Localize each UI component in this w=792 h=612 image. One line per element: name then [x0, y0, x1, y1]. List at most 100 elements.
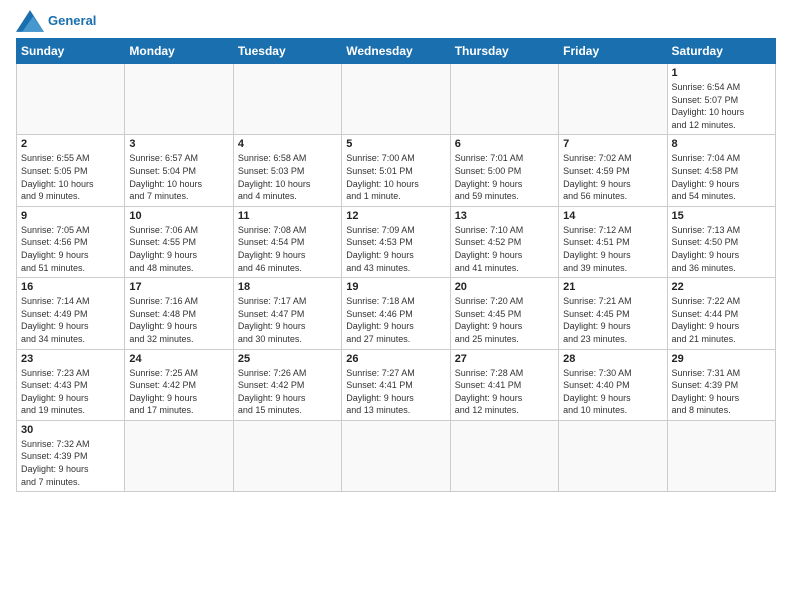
day-info: Sunrise: 7:23 AM Sunset: 4:43 PM Dayligh…	[21, 367, 120, 417]
day-cell: 16Sunrise: 7:14 AM Sunset: 4:49 PM Dayli…	[17, 278, 125, 349]
week-row-2: 2 Sunrise: 6:55 AM Sunset: 5:05 PM Daylig…	[17, 135, 776, 206]
day-number: 24	[129, 353, 228, 365]
day-info: Sunrise: 7:02 AM Sunset: 4:59 PM Dayligh…	[563, 152, 662, 202]
day-number: 19	[346, 281, 445, 293]
day-cell: 12 Sunrise: 7:09 AM Sunset: 4:53 PM Dayli…	[342, 206, 450, 277]
day-number: 18	[238, 281, 337, 293]
day-number: 4	[238, 138, 337, 150]
day-number: 17	[129, 281, 228, 293]
day-number: 5	[346, 138, 445, 150]
day-number: 1	[672, 67, 771, 79]
day-cell: 8Sunrise: 7:04 AM Sunset: 4:58 PM Daylig…	[667, 135, 775, 206]
day-cell	[342, 64, 450, 135]
day-number: 22	[672, 281, 771, 293]
day-info: Sunrise: 7:08 AM Sunset: 4:54 PM Dayligh…	[238, 224, 337, 274]
day-cell: 23 Sunrise: 7:23 AM Sunset: 4:43 PM Dayli…	[17, 349, 125, 420]
day-info: Sunrise: 7:10 AM Sunset: 4:52 PM Dayligh…	[455, 224, 554, 274]
day-number: 25	[238, 353, 337, 365]
day-cell: 4Sunrise: 6:58 AM Sunset: 5:03 PM Daylig…	[233, 135, 341, 206]
day-number: 29	[672, 353, 771, 365]
day-cell: 26 Sunrise: 7:27 AM Sunset: 4:41 PM Dayli…	[342, 349, 450, 420]
day-number: 28	[563, 353, 662, 365]
day-number: 7	[563, 138, 662, 150]
day-number: 11	[238, 210, 337, 222]
day-cell: 29 Sunrise: 7:31 AM Sunset: 4:39 PM Dayli…	[667, 349, 775, 420]
logo: General	[16, 10, 96, 32]
day-cell	[450, 64, 558, 135]
day-info: Sunrise: 7:27 AM Sunset: 4:41 PM Dayligh…	[346, 367, 445, 417]
day-number: 20	[455, 281, 554, 293]
week-row-1: 1Sunrise: 6:54 AM Sunset: 5:07 PM Daylig…	[17, 64, 776, 135]
day-info: Sunrise: 7:09 AM Sunset: 4:53 PM Dayligh…	[346, 224, 445, 274]
day-cell	[17, 64, 125, 135]
day-cell: 25 Sunrise: 7:26 AM Sunset: 4:42 PM Dayli…	[233, 349, 341, 420]
day-info: Sunrise: 6:57 AM Sunset: 5:04 PM Dayligh…	[129, 152, 228, 202]
day-info: Sunrise: 7:12 AM Sunset: 4:51 PM Dayligh…	[563, 224, 662, 274]
day-number: 14	[563, 210, 662, 222]
day-cell	[125, 420, 233, 491]
day-cell	[559, 64, 667, 135]
day-cell: 7 Sunrise: 7:02 AM Sunset: 4:59 PM Daylig…	[559, 135, 667, 206]
day-number: 16	[21, 281, 120, 293]
day-cell: 18Sunrise: 7:17 AM Sunset: 4:47 PM Dayli…	[233, 278, 341, 349]
day-cell: 9 Sunrise: 7:05 AM Sunset: 4:56 PM Daylig…	[17, 206, 125, 277]
header: General	[16, 10, 776, 32]
week-row-4: 16Sunrise: 7:14 AM Sunset: 4:49 PM Dayli…	[17, 278, 776, 349]
day-info: Sunrise: 7:18 AM Sunset: 4:46 PM Dayligh…	[346, 295, 445, 345]
day-number: 21	[563, 281, 662, 293]
day-cell: 5 Sunrise: 7:00 AM Sunset: 5:01 PM Daylig…	[342, 135, 450, 206]
day-info: Sunrise: 7:05 AM Sunset: 4:56 PM Dayligh…	[21, 224, 120, 274]
day-number: 9	[21, 210, 120, 222]
day-cell	[559, 420, 667, 491]
weekday-header-tuesday: Tuesday	[233, 39, 341, 64]
day-cell: 6Sunrise: 7:01 AM Sunset: 5:00 PM Daylig…	[450, 135, 558, 206]
day-cell: 11 Sunrise: 7:08 AM Sunset: 4:54 PM Dayli…	[233, 206, 341, 277]
day-number: 12	[346, 210, 445, 222]
logo-text: General	[48, 13, 96, 29]
day-info: Sunrise: 7:28 AM Sunset: 4:41 PM Dayligh…	[455, 367, 554, 417]
day-info: Sunrise: 7:20 AM Sunset: 4:45 PM Dayligh…	[455, 295, 554, 345]
day-cell: 20 Sunrise: 7:20 AM Sunset: 4:45 PM Dayli…	[450, 278, 558, 349]
page: General SundayMondayTuesdayWednesdayThur…	[0, 0, 792, 612]
day-cell: 10 Sunrise: 7:06 AM Sunset: 4:55 PM Dayli…	[125, 206, 233, 277]
weekday-header-saturday: Saturday	[667, 39, 775, 64]
day-cell: 30Sunrise: 7:32 AM Sunset: 4:39 PM Dayli…	[17, 420, 125, 491]
day-info: Sunrise: 7:04 AM Sunset: 4:58 PM Dayligh…	[672, 152, 771, 202]
day-info: Sunrise: 7:26 AM Sunset: 4:42 PM Dayligh…	[238, 367, 337, 417]
day-number: 10	[129, 210, 228, 222]
day-cell	[125, 64, 233, 135]
day-cell: 19 Sunrise: 7:18 AM Sunset: 4:46 PM Dayli…	[342, 278, 450, 349]
day-info: Sunrise: 7:31 AM Sunset: 4:39 PM Dayligh…	[672, 367, 771, 417]
day-cell: 14 Sunrise: 7:12 AM Sunset: 4:51 PM Dayli…	[559, 206, 667, 277]
day-info: Sunrise: 7:13 AM Sunset: 4:50 PM Dayligh…	[672, 224, 771, 274]
day-number: 15	[672, 210, 771, 222]
day-info: Sunrise: 7:25 AM Sunset: 4:42 PM Dayligh…	[129, 367, 228, 417]
day-cell: 1Sunrise: 6:54 AM Sunset: 5:07 PM Daylig…	[667, 64, 775, 135]
day-number: 2	[21, 138, 120, 150]
day-info: Sunrise: 7:32 AM Sunset: 4:39 PM Dayligh…	[21, 438, 120, 488]
day-info: Sunrise: 7:00 AM Sunset: 5:01 PM Dayligh…	[346, 152, 445, 202]
day-info: Sunrise: 7:21 AM Sunset: 4:45 PM Dayligh…	[563, 295, 662, 345]
day-cell: 21 Sunrise: 7:21 AM Sunset: 4:45 PM Dayli…	[559, 278, 667, 349]
day-cell: 13Sunrise: 7:10 AM Sunset: 4:52 PM Dayli…	[450, 206, 558, 277]
week-row-5: 23 Sunrise: 7:23 AM Sunset: 4:43 PM Dayli…	[17, 349, 776, 420]
day-cell: 22Sunrise: 7:22 AM Sunset: 4:44 PM Dayli…	[667, 278, 775, 349]
day-cell	[450, 420, 558, 491]
day-number: 23	[21, 353, 120, 365]
weekday-header-monday: Monday	[125, 39, 233, 64]
day-info: Sunrise: 7:06 AM Sunset: 4:55 PM Dayligh…	[129, 224, 228, 274]
day-number: 27	[455, 353, 554, 365]
day-cell: 17 Sunrise: 7:16 AM Sunset: 4:48 PM Dayli…	[125, 278, 233, 349]
day-cell	[233, 64, 341, 135]
weekday-header-row: SundayMondayTuesdayWednesdayThursdayFrid…	[17, 39, 776, 64]
day-info: Sunrise: 7:30 AM Sunset: 4:40 PM Dayligh…	[563, 367, 662, 417]
weekday-header-friday: Friday	[559, 39, 667, 64]
day-number: 26	[346, 353, 445, 365]
day-info: Sunrise: 7:01 AM Sunset: 5:00 PM Dayligh…	[455, 152, 554, 202]
calendar: SundayMondayTuesdayWednesdayThursdayFrid…	[16, 38, 776, 492]
day-info: Sunrise: 7:16 AM Sunset: 4:48 PM Dayligh…	[129, 295, 228, 345]
day-cell	[233, 420, 341, 491]
day-cell: 27 Sunrise: 7:28 AM Sunset: 4:41 PM Dayli…	[450, 349, 558, 420]
day-info: Sunrise: 6:55 AM Sunset: 5:05 PM Dayligh…	[21, 152, 120, 202]
day-cell	[667, 420, 775, 491]
